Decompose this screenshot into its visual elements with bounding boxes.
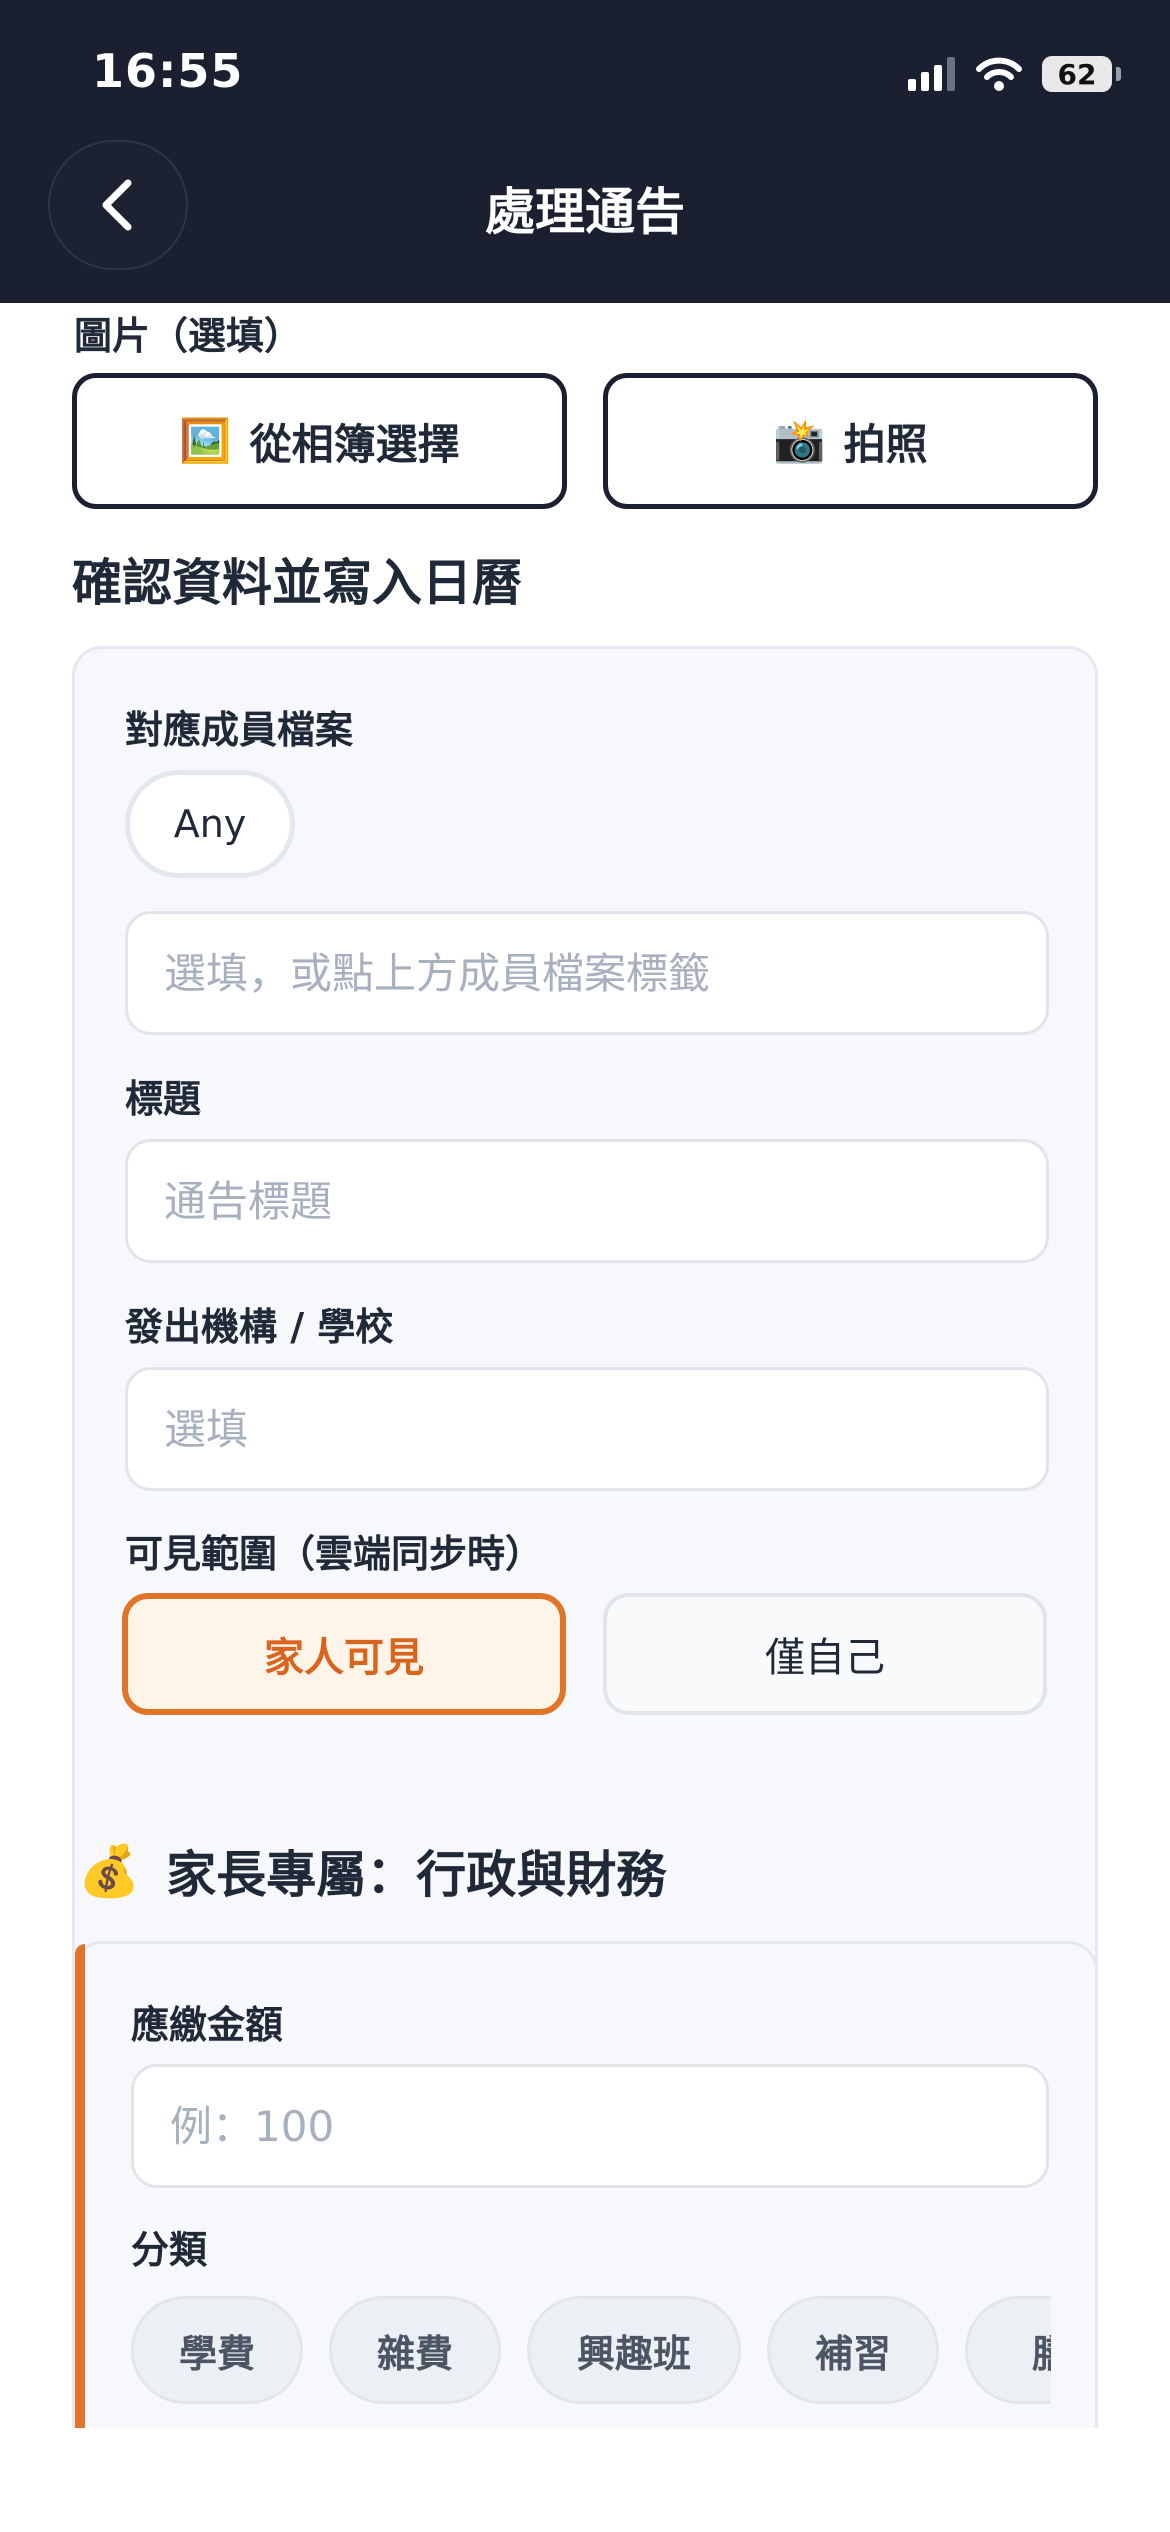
battery-level: 62 <box>1057 57 1097 91</box>
parent-finance-card: 應繳金額 分類 學費 雜費 興趣班 補習 膳 <box>72 1941 1098 2428</box>
category-chip-tuition[interactable]: 學費 <box>131 2296 303 2404</box>
page-title: 處理通告 <box>485 183 685 241</box>
choose-from-album-button[interactable]: 🖼️ 從相簿選擇 <box>72 373 567 509</box>
battery-icon: 62 <box>1042 56 1121 92</box>
category-chip-misc[interactable]: 雜費 <box>329 2296 501 2404</box>
amount-input[interactable] <box>131 2064 1049 2188</box>
status-time: 16:55 <box>92 44 244 98</box>
issuer-input[interactable] <box>125 1367 1049 1491</box>
issuer-field-label: 發出機構 / 學校 <box>125 1305 394 1349</box>
status-indicators: 62 <box>908 52 1121 96</box>
member-chip-any[interactable]: Any <box>125 770 295 878</box>
amount-label: 應繳金額 <box>131 2003 284 2047</box>
member-profile-label: 對應成員檔案 <box>125 708 354 752</box>
money-bag-icon: 💰 <box>78 1841 141 1900</box>
category-chip-meals[interactable]: 膳 <box>965 2296 1051 2404</box>
parent-section-header: 💰 家長專屬：行政與財務 <box>78 1835 666 1907</box>
visibility-self-option[interactable]: 僅自己 <box>603 1593 1047 1715</box>
confirm-section-title: 確認資料並寫入日曆 <box>72 554 522 612</box>
category-chip-row: 學費 雜費 興趣班 補習 膳 <box>127 2292 1051 2408</box>
category-label: 分類 <box>131 2228 208 2272</box>
category-chip-tutoring[interactable]: 補習 <box>767 2296 939 2404</box>
camera-icon: 📸 <box>773 416 826 465</box>
choose-from-album-label: 從相簿選擇 <box>249 419 460 469</box>
cellular-signal-icon <box>908 57 955 91</box>
title-field-label: 標題 <box>125 1077 202 1121</box>
image-section-label: 圖片（選填） <box>74 314 303 358</box>
take-photo-button[interactable]: 📸 拍照 <box>603 373 1098 509</box>
wifi-icon <box>976 57 1022 91</box>
member-profile-input[interactable] <box>125 911 1049 1035</box>
parent-section-title: 家長專屬：行政與財務 <box>166 1846 667 1904</box>
form-content[interactable]: 圖片（選填） 🖼️ 從相簿選擇 📸 拍照 確認資料並寫入日曆 對應成員檔案 An… <box>0 303 1170 2428</box>
take-photo-label: 拍照 <box>843 419 928 469</box>
category-chip-interest-class[interactable]: 興趣班 <box>527 2296 741 2404</box>
visibility-family-option[interactable]: 家人可見 <box>122 1593 566 1715</box>
card-accent-bar <box>75 1944 85 2428</box>
notice-title-input[interactable] <box>125 1139 1049 1263</box>
visibility-label: 可見範圍（雲端同步時） <box>125 1532 544 1576</box>
app-header: 16:55 62 處理通告 <box>0 0 1170 303</box>
picture-icon: 🖼️ <box>179 416 232 465</box>
